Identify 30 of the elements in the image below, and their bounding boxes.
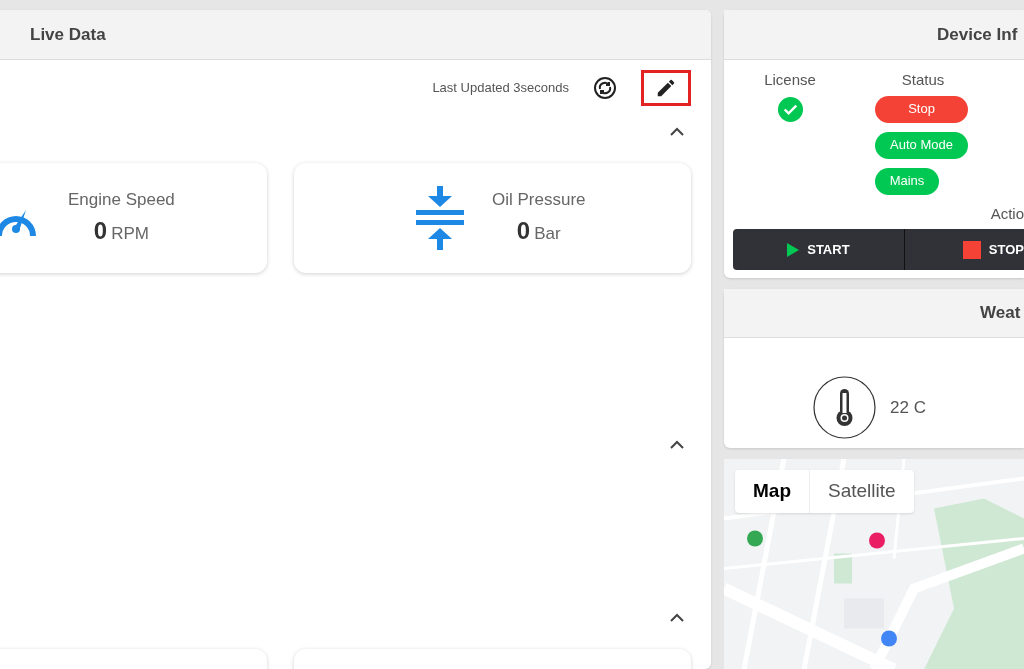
- panel-title: Weat: [980, 302, 1021, 325]
- refresh-icon[interactable]: [593, 75, 617, 100]
- metric-label: Engine Speed: [68, 189, 175, 212]
- stop-button[interactable]: STOP: [904, 229, 1024, 270]
- map-type-button[interactable]: Map: [735, 470, 809, 513]
- status-badge: Mains: [875, 167, 939, 195]
- map-type-button[interactable]: Satellite: [809, 470, 914, 513]
- temperature-text: 22 C: [890, 396, 926, 419]
- compress-icon: [416, 186, 464, 250]
- action-label: Actio: [990, 203, 1024, 224]
- metric-unit: RPM: [111, 222, 149, 245]
- metric-label: Oil Pressure: [492, 189, 586, 212]
- status-label: Status: [901, 70, 945, 90]
- collapse-icon[interactable]: [670, 126, 684, 136]
- edit-button[interactable]: [641, 69, 691, 106]
- panel-title: Live Data: [30, 23, 106, 46]
- status-badge: Auto Mode: [875, 131, 968, 159]
- collapse-icon[interactable]: [670, 612, 684, 622]
- status-badge: Stop: [875, 95, 968, 123]
- metric-value: 0: [516, 215, 531, 246]
- last-updated-text: Last Updated 3seconds: [432, 78, 569, 97]
- license-label: License: [764, 70, 816, 90]
- play-icon: [787, 242, 800, 257]
- start-button[interactable]: START: [733, 229, 905, 270]
- thermometer-icon: [813, 376, 876, 439]
- metric-value: 0: [93, 215, 108, 246]
- panel-title: Device Inf: [937, 23, 1018, 46]
- stop-icon: [962, 240, 981, 259]
- collapse-icon[interactable]: [670, 439, 684, 449]
- metric-unit: Bar: [534, 222, 561, 245]
